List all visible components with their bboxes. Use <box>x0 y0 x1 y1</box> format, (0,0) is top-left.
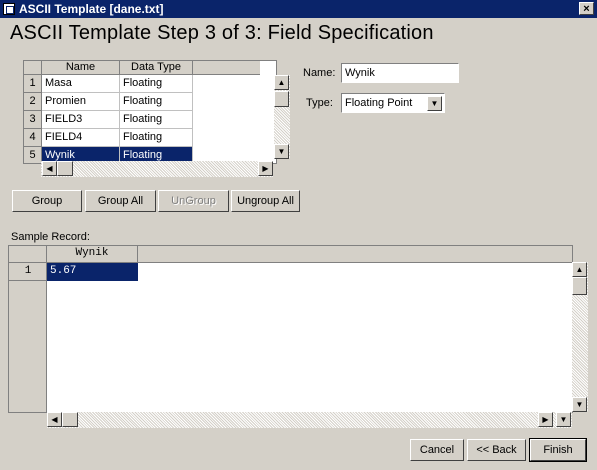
scroll-thumb[interactable] <box>274 91 289 107</box>
sample-record-label: Sample Record: <box>11 231 90 243</box>
sample-value-cell[interactable]: 5.67 <box>47 263 138 281</box>
close-button[interactable]: × <box>579 2 594 15</box>
scroll-right-icon[interactable]: ▶ <box>258 161 273 176</box>
scroll-right-icon[interactable]: ▶ <box>538 412 553 427</box>
scroll-up-icon[interactable]: ▲ <box>572 262 587 277</box>
scroll-up-icon[interactable]: ▲ <box>274 75 289 90</box>
group-button[interactable]: Group <box>12 190 82 212</box>
name-input[interactable]: Wynik <box>341 63 459 83</box>
title-bar: ASCII Template [dane.txt] × <box>0 0 597 18</box>
scroll-thumb[interactable] <box>572 277 587 295</box>
page-title: ASCII Template Step 3 of 3: Field Specif… <box>10 22 434 44</box>
row-number[interactable]: 4 <box>24 129 42 147</box>
field-grid-hscroll-track[interactable] <box>41 161 273 177</box>
sample-row-header-column <box>9 263 47 412</box>
row-number[interactable]: 2 <box>24 93 42 111</box>
column-header-data-type[interactable]: Data Type <box>120 61 193 75</box>
cell-name[interactable]: Masa <box>42 75 120 93</box>
type-select-value: Floating Point <box>345 97 413 109</box>
sample-column-header[interactable]: Wynik <box>47 246 138 263</box>
scroll-left-icon[interactable]: ◀ <box>47 412 62 427</box>
row-number[interactable]: 1 <box>24 75 42 93</box>
name-label: Name: <box>303 67 336 79</box>
cancel-button[interactable]: Cancel <box>410 439 464 461</box>
sample-hscroll-track[interactable] <box>47 412 572 428</box>
scroll-down-icon[interactable]: ▼ <box>572 397 587 412</box>
scroll-thumb[interactable] <box>62 412 78 427</box>
type-label: Type: <box>306 97 333 109</box>
window-title: ASCII Template [dane.txt] <box>19 2 164 16</box>
cell-type[interactable]: Floating <box>120 129 193 147</box>
column-header-name[interactable]: Name <box>42 61 120 75</box>
column-header-blank <box>193 61 260 75</box>
cell-type[interactable]: Floating <box>120 75 193 93</box>
cell-name[interactable]: FIELD4 <box>42 129 120 147</box>
app-icon <box>3 3 15 15</box>
back-button[interactable]: << Back <box>467 439 526 461</box>
finish-button[interactable]: Finish <box>529 438 587 462</box>
scroll-thumb[interactable] <box>57 161 73 176</box>
row-number[interactable]: 3 <box>24 111 42 129</box>
dropdown-arrow-icon[interactable]: ▼ <box>427 96 442 111</box>
cell-name[interactable]: FIELD3 <box>42 111 120 129</box>
cell-type[interactable]: Floating <box>120 111 193 129</box>
group-all-button[interactable]: Group All <box>85 190 156 212</box>
scroll-down-icon[interactable]: ▼ <box>556 412 571 427</box>
cell-name[interactable]: Promien <box>42 93 120 111</box>
field-grid[interactable]: Name Data Type 1 Masa Floating 2 Promien… <box>23 60 277 164</box>
type-select[interactable]: Floating Point ▼ <box>341 93 445 113</box>
ungroup-all-button[interactable]: Ungroup All <box>231 190 300 212</box>
sample-grid-corner <box>9 246 47 263</box>
grid-corner <box>24 61 42 75</box>
sample-header-blank <box>138 246 572 263</box>
scroll-down-icon[interactable]: ▼ <box>274 144 289 159</box>
sample-grid[interactable]: Wynik 1 5.67 <box>8 245 573 413</box>
scroll-left-icon[interactable]: ◀ <box>42 161 57 176</box>
ungroup-button[interactable]: UnGroup <box>158 190 229 212</box>
cell-type[interactable]: Floating <box>120 93 193 111</box>
sample-row-number[interactable]: 1 <box>9 263 47 281</box>
row-number[interactable]: 5 <box>24 147 42 163</box>
